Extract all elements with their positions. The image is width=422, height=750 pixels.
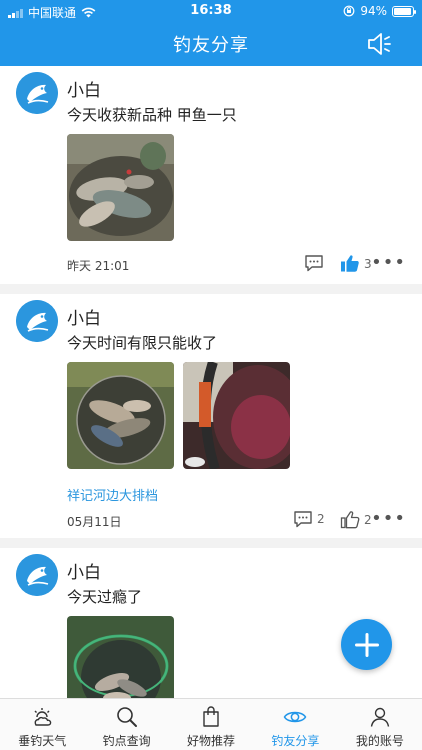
search-icon: [116, 707, 137, 727]
fish-logo-icon: [16, 300, 58, 342]
tab-search[interactable]: 钓点查询: [84, 699, 168, 750]
post-card: 小白 今天收获新品种 甲鱼一只 昨天 21:01 3 •••: [0, 66, 422, 284]
like-button[interactable]: 2: [340, 510, 372, 529]
avatar[interactable]: [16, 72, 58, 114]
fish-photo-image: [67, 134, 174, 241]
fish-net-photo-image: [67, 362, 174, 469]
tab-label: 钓点查询: [102, 734, 151, 748]
comment-button[interactable]: 2: [293, 510, 325, 528]
post-photo[interactable]: [183, 362, 290, 469]
comment-count: 2: [317, 512, 325, 526]
bucket-photo-image: [183, 362, 290, 469]
green-net-photo-image: [67, 616, 174, 698]
battery-fill: [394, 7, 411, 15]
tab-account[interactable]: 我的账号: [338, 699, 422, 750]
feed-list[interactable]: 小白 今天收获新品种 甲鱼一只 昨天 21:01 3 ••• 小白 今天时间有限…: [0, 66, 422, 698]
tab-weather[interactable]: 垂钓天气: [0, 699, 84, 750]
thumbs-up-filled-icon: [341, 255, 359, 272]
post-photo[interactable]: [67, 134, 174, 241]
post-time: 05月11日: [67, 515, 122, 529]
weather-icon: [34, 708, 52, 726]
battery-icon: [392, 5, 416, 17]
post-text: 今天收获新品种 甲鱼一只: [67, 106, 237, 124]
post-author[interactable]: 小白: [67, 304, 101, 329]
like-button[interactable]: 3: [340, 254, 372, 273]
nav-bar: 钓友分享: [0, 22, 422, 66]
comment-button[interactable]: [304, 254, 328, 272]
more-options-button[interactable]: •••: [371, 510, 406, 528]
page-title: 钓友分享: [173, 35, 249, 56]
battery-percent: 94%: [360, 4, 387, 18]
comment-icon: [305, 255, 323, 272]
post-photo[interactable]: [67, 362, 174, 469]
post-time: 昨天 21:01: [67, 259, 130, 273]
post-author[interactable]: 小白: [67, 558, 101, 583]
rotation-lock-icon: [343, 5, 355, 17]
comment-icon: [294, 511, 312, 528]
post-card: 小白 今天时间有限只能收了 祥记河边大排档 05月11日 2 2 •••: [0, 294, 422, 548]
person-icon: [370, 707, 390, 727]
tab-label: 我的账号: [355, 734, 404, 748]
bag-icon: [203, 706, 219, 727]
status-right: 94%: [343, 4, 416, 18]
status-bar: 中国联通 16:38 94%: [0, 0, 422, 22]
tab-bar: 垂钓天气 钓点查询 好物推荐 钓友分享 我的账号: [0, 698, 422, 750]
tab-label: 垂钓天气: [18, 734, 67, 748]
add-post-button[interactable]: [341, 619, 392, 670]
tab-label: 钓友分享: [271, 734, 320, 748]
post-text: 今天过瘾了: [67, 588, 143, 606]
speaker-icon[interactable]: [366, 30, 394, 58]
post-divider: [0, 538, 422, 548]
tab-recommend[interactable]: 好物推荐: [169, 699, 253, 750]
post-text: 今天时间有限只能收了: [67, 334, 218, 352]
post-author[interactable]: 小白: [67, 76, 101, 101]
fish-logo-icon: [16, 554, 58, 596]
avatar[interactable]: [16, 554, 58, 596]
tab-share[interactable]: 钓友分享: [253, 699, 337, 750]
more-options-button[interactable]: •••: [371, 254, 406, 272]
thumbs-up-icon: [340, 511, 360, 529]
post-divider: [0, 284, 422, 294]
plus-icon: [354, 632, 379, 657]
avatar[interactable]: [16, 300, 58, 342]
fish-logo-icon: [16, 72, 58, 114]
eye-icon: [284, 711, 307, 723]
location-link[interactable]: 祥记河边大排档: [67, 485, 158, 504]
tab-label: 好物推荐: [187, 734, 236, 748]
post-photo[interactable]: [67, 616, 174, 698]
